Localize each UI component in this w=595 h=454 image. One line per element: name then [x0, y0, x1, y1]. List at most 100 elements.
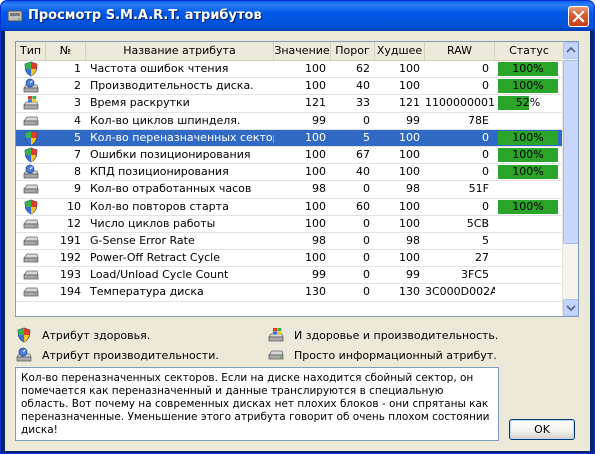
close-button[interactable]: [568, 6, 589, 27]
column-header-type[interactable]: Тип: [16, 42, 46, 60]
hdd-icon: [16, 250, 46, 266]
shield-icon: [16, 130, 46, 146]
attribute-name: Частота ошибок чтения: [90, 62, 229, 75]
attribute-name: Кол-во циклов шпинделя.: [90, 113, 241, 127]
attribute-number: 7: [74, 147, 81, 161]
column-header-threshold[interactable]: Порог: [331, 42, 375, 60]
table-row[interactable]: 10 Кол-во повторов старта 100 60 100 0 100%: [16, 199, 564, 216]
scroll-thumb[interactable]: [563, 60, 578, 244]
attribute-raw: 0: [482, 130, 489, 144]
attribute-name: Load/Unload Cycle Count: [90, 268, 229, 282]
attribute-raw: 0: [482, 62, 489, 75]
attribute-status: [495, 250, 564, 266]
close-icon: [572, 10, 585, 23]
vertical-scrollbar[interactable]: [562, 42, 578, 316]
hdd-gauge-icon: [16, 78, 46, 94]
attribute-raw: 3FC5: [460, 268, 489, 282]
attribute-name: КПД позиционирования: [90, 165, 229, 179]
legend-health-label: Атрибут здоровья.: [42, 328, 151, 342]
table-row[interactable]: 8 КПД позиционирования 100 40 100 0 100%: [16, 164, 564, 182]
attribute-number: 194: [60, 285, 81, 299]
status-text: 100%: [512, 62, 544, 75]
attribute-status: [495, 113, 564, 129]
column-header-worst[interactable]: Худшее: [375, 42, 425, 60]
status-text: 100%: [512, 79, 544, 93]
attribute-name: Power-Off Retract Cycle: [90, 251, 220, 265]
attribute-status: 100%: [495, 199, 564, 215]
attribute-value: 98: [312, 233, 326, 247]
column-header-value[interactable]: Значение: [274, 42, 331, 60]
status-text: 100%: [512, 147, 544, 161]
attribute-raw: 27: [475, 251, 489, 265]
attribute-status: 100%: [495, 78, 564, 94]
attribute-status: [495, 267, 564, 283]
shield-icon: [16, 61, 46, 77]
app-icon: [7, 8, 23, 24]
attribute-value: 121: [305, 96, 326, 110]
status-bar: 100%: [498, 62, 558, 76]
legend-both: И здоровье и производительность.: [268, 327, 498, 343]
attribute-value: 98: [312, 182, 326, 196]
table-row[interactable]: 12 Число циклов работы 100 0 100 5CB: [16, 216, 564, 233]
hdd-icon: [16, 233, 46, 249]
attribute-value: 99: [312, 268, 326, 282]
table-row[interactable]: 3 Время раскрутки 121 33 121 1100000001 52%: [16, 95, 564, 113]
table-row[interactable]: 191 G-Sense Error Rate 98 0 98 5: [16, 233, 564, 251]
scroll-down-button[interactable]: [563, 299, 578, 316]
table-row[interactable]: 193 Load/Unload Cycle Count 99 0 99 3FC5: [16, 267, 564, 285]
attribute-threshold: 67: [356, 147, 370, 161]
table-row[interactable]: 2 Производительность диска. 100 40 100 0 100%: [16, 78, 564, 96]
attribute-worst: 99: [406, 113, 420, 127]
table-row[interactable]: 194 Температура диска 130 0 130 3C000D002A: [16, 284, 564, 302]
column-header-name[interactable]: Название атрибута: [86, 42, 274, 60]
attribute-status: [495, 233, 564, 249]
attribute-value: 100: [305, 251, 326, 265]
attribute-number: 1: [74, 62, 81, 75]
attribute-worst: 100: [399, 62, 420, 75]
attribute-raw: 5CB: [466, 216, 489, 230]
column-header-status[interactable]: Статус: [495, 42, 564, 60]
attribute-status: 100%: [495, 164, 564, 180]
attribute-status: 100%: [495, 147, 564, 163]
attribute-threshold: 40: [356, 165, 370, 179]
shield-icon: [16, 199, 46, 215]
status-text: 100%: [512, 165, 544, 179]
arrow-down-icon: [566, 305, 576, 312]
attribute-number: 5: [74, 130, 81, 144]
table-row[interactable]: 5 Кол-во переназначенных секторов 100 5 100 0…: [16, 129, 564, 147]
attribute-raw: 0: [482, 79, 489, 93]
attribute-raw: 5: [482, 233, 489, 247]
attribute-raw: 1100000001: [425, 96, 495, 110]
legend-info: Просто информационный атрибут.: [268, 347, 497, 363]
table-row[interactable]: 4 Кол-во циклов шпинделя. 99 0 99 78E: [16, 113, 564, 130]
table-row[interactable]: 1 Частота ошибок чтения 100 62 100 0 100%: [16, 61, 564, 79]
status-bar: 100%: [498, 165, 558, 180]
attribute-name: Кол-во переназначенных секторов: [90, 130, 274, 144]
hdd-icon: [268, 347, 284, 363]
smart-attributes-window: Просмотр S.M.A.R.T. атрибутов Тип № Назв…: [0, 0, 595, 454]
title-bar[interactable]: Просмотр S.M.A.R.T. атрибутов: [1, 1, 594, 31]
attribute-value: 100: [305, 147, 326, 161]
scroll-up-button[interactable]: [563, 42, 578, 59]
table-row[interactable]: 9 Кол-во отработанных часов 98 0 98 51F: [16, 181, 564, 199]
status-bar: 100%: [498, 79, 558, 94]
attribute-worst: 130: [399, 285, 420, 299]
hdd-icon: [16, 284, 46, 300]
attribute-worst: 98: [406, 182, 420, 196]
attributes-list[interactable]: Тип № Название атрибута Значение Порог Х…: [15, 41, 579, 317]
attribute-name: Ошибки позиционирования: [90, 147, 251, 161]
column-header-raw[interactable]: RAW: [425, 42, 495, 60]
attribute-threshold: 5: [363, 130, 370, 144]
attribute-status: 100%: [495, 130, 564, 146]
dialog-body: Тип № Название атрибута Значение Порог Х…: [5, 31, 590, 451]
attribute-worst: 100: [399, 79, 420, 93]
attribute-number: 193: [60, 268, 81, 282]
ok-button[interactable]: OK: [509, 419, 575, 440]
column-header-number[interactable]: №: [46, 42, 86, 60]
table-row[interactable]: 192 Power-Off Retract Cycle 100 0 100 27: [16, 250, 564, 268]
attribute-threshold: 0: [363, 268, 370, 282]
attribute-name: Температура диска: [90, 285, 204, 299]
table-row[interactable]: 7 Ошибки позиционирования 100 67 100 0 100%: [16, 147, 564, 165]
attribute-name: G-Sense Error Rate: [90, 233, 195, 247]
hdd-icon: [16, 267, 46, 283]
